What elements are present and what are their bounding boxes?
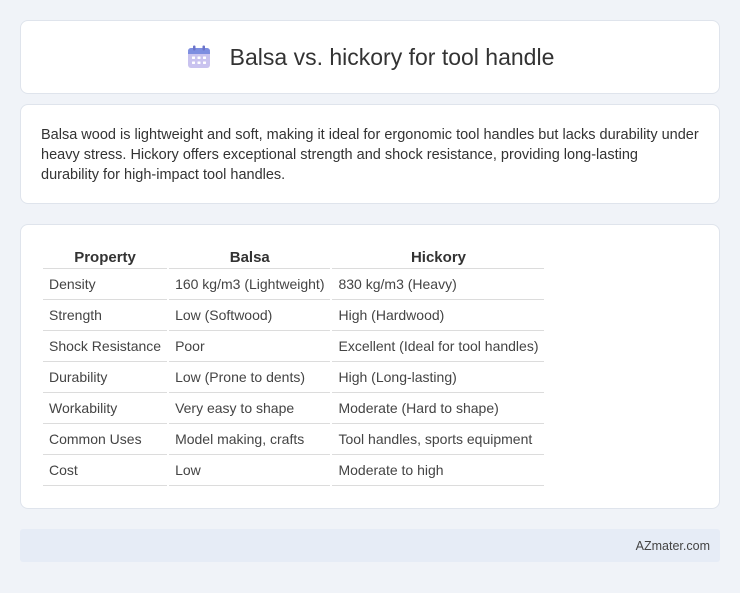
table-row: Shock Resistance Poor Excellent (Ideal f… <box>43 331 545 362</box>
comparison-card: Property Balsa Hickory Density 160 kg/m3… <box>20 224 720 509</box>
table-row: Density 160 kg/m3 (Lightweight) 830 kg/m… <box>43 269 545 300</box>
page-title: Balsa vs. hickory for tool handle <box>229 43 555 70</box>
cell-property: Shock Resistance <box>43 331 168 362</box>
cell-property: Workability <box>43 393 168 424</box>
cell-hickory: Tool handles, sports equipment <box>332 424 545 455</box>
title-card: Balsa vs. hickory for tool handle <box>20 20 720 94</box>
table-row: Strength Low (Softwood) High (Hardwood) <box>43 300 545 331</box>
comparison-table: Property Balsa Hickory Density 160 kg/m3… <box>41 245 546 486</box>
cell-balsa: Poor <box>169 331 331 362</box>
cell-hickory: Moderate (Hard to shape) <box>332 393 545 424</box>
header-property: Property <box>43 245 168 269</box>
cell-balsa: Model making, crafts <box>169 424 331 455</box>
cell-property: Density <box>43 269 168 300</box>
cell-property: Cost <box>43 455 168 486</box>
table-header-row: Property Balsa Hickory <box>43 245 545 269</box>
header-hickory: Hickory <box>332 245 545 269</box>
footer-brand-link[interactable]: AZmater.com <box>636 539 710 553</box>
cell-balsa: Very easy to shape <box>169 393 331 424</box>
cell-balsa: 160 kg/m3 (Lightweight) <box>169 269 331 300</box>
cell-hickory: Moderate to high <box>332 455 545 486</box>
cell-balsa: Low <box>169 455 331 486</box>
footer: AZmater.com <box>20 529 720 562</box>
title-wrap: Balsa vs. hickory for tool handle <box>186 43 555 71</box>
cell-property: Durability <box>43 362 168 393</box>
cell-balsa: Low (Prone to dents) <box>169 362 331 393</box>
cell-property: Strength <box>43 300 168 331</box>
cell-property: Common Uses <box>43 424 168 455</box>
cell-hickory: Excellent (Ideal for tool handles) <box>332 331 545 362</box>
table-row: Common Uses Model making, crafts Tool ha… <box>43 424 545 455</box>
header-balsa: Balsa <box>169 245 331 269</box>
cell-balsa: Low (Softwood) <box>169 300 331 331</box>
cell-hickory: High (Hardwood) <box>332 300 545 331</box>
cell-hickory: High (Long-lasting) <box>332 362 545 393</box>
table-row: Cost Low Moderate to high <box>43 455 545 486</box>
table-row: Durability Low (Prone to dents) High (Lo… <box>43 362 545 393</box>
description-card: Balsa wood is lightweight and soft, maki… <box>20 104 720 204</box>
table-row: Workability Very easy to shape Moderate … <box>43 393 545 424</box>
cell-hickory: 830 kg/m3 (Heavy) <box>332 269 545 300</box>
description-text: Balsa wood is lightweight and soft, maki… <box>41 127 699 183</box>
calendar-icon <box>187 45 210 68</box>
